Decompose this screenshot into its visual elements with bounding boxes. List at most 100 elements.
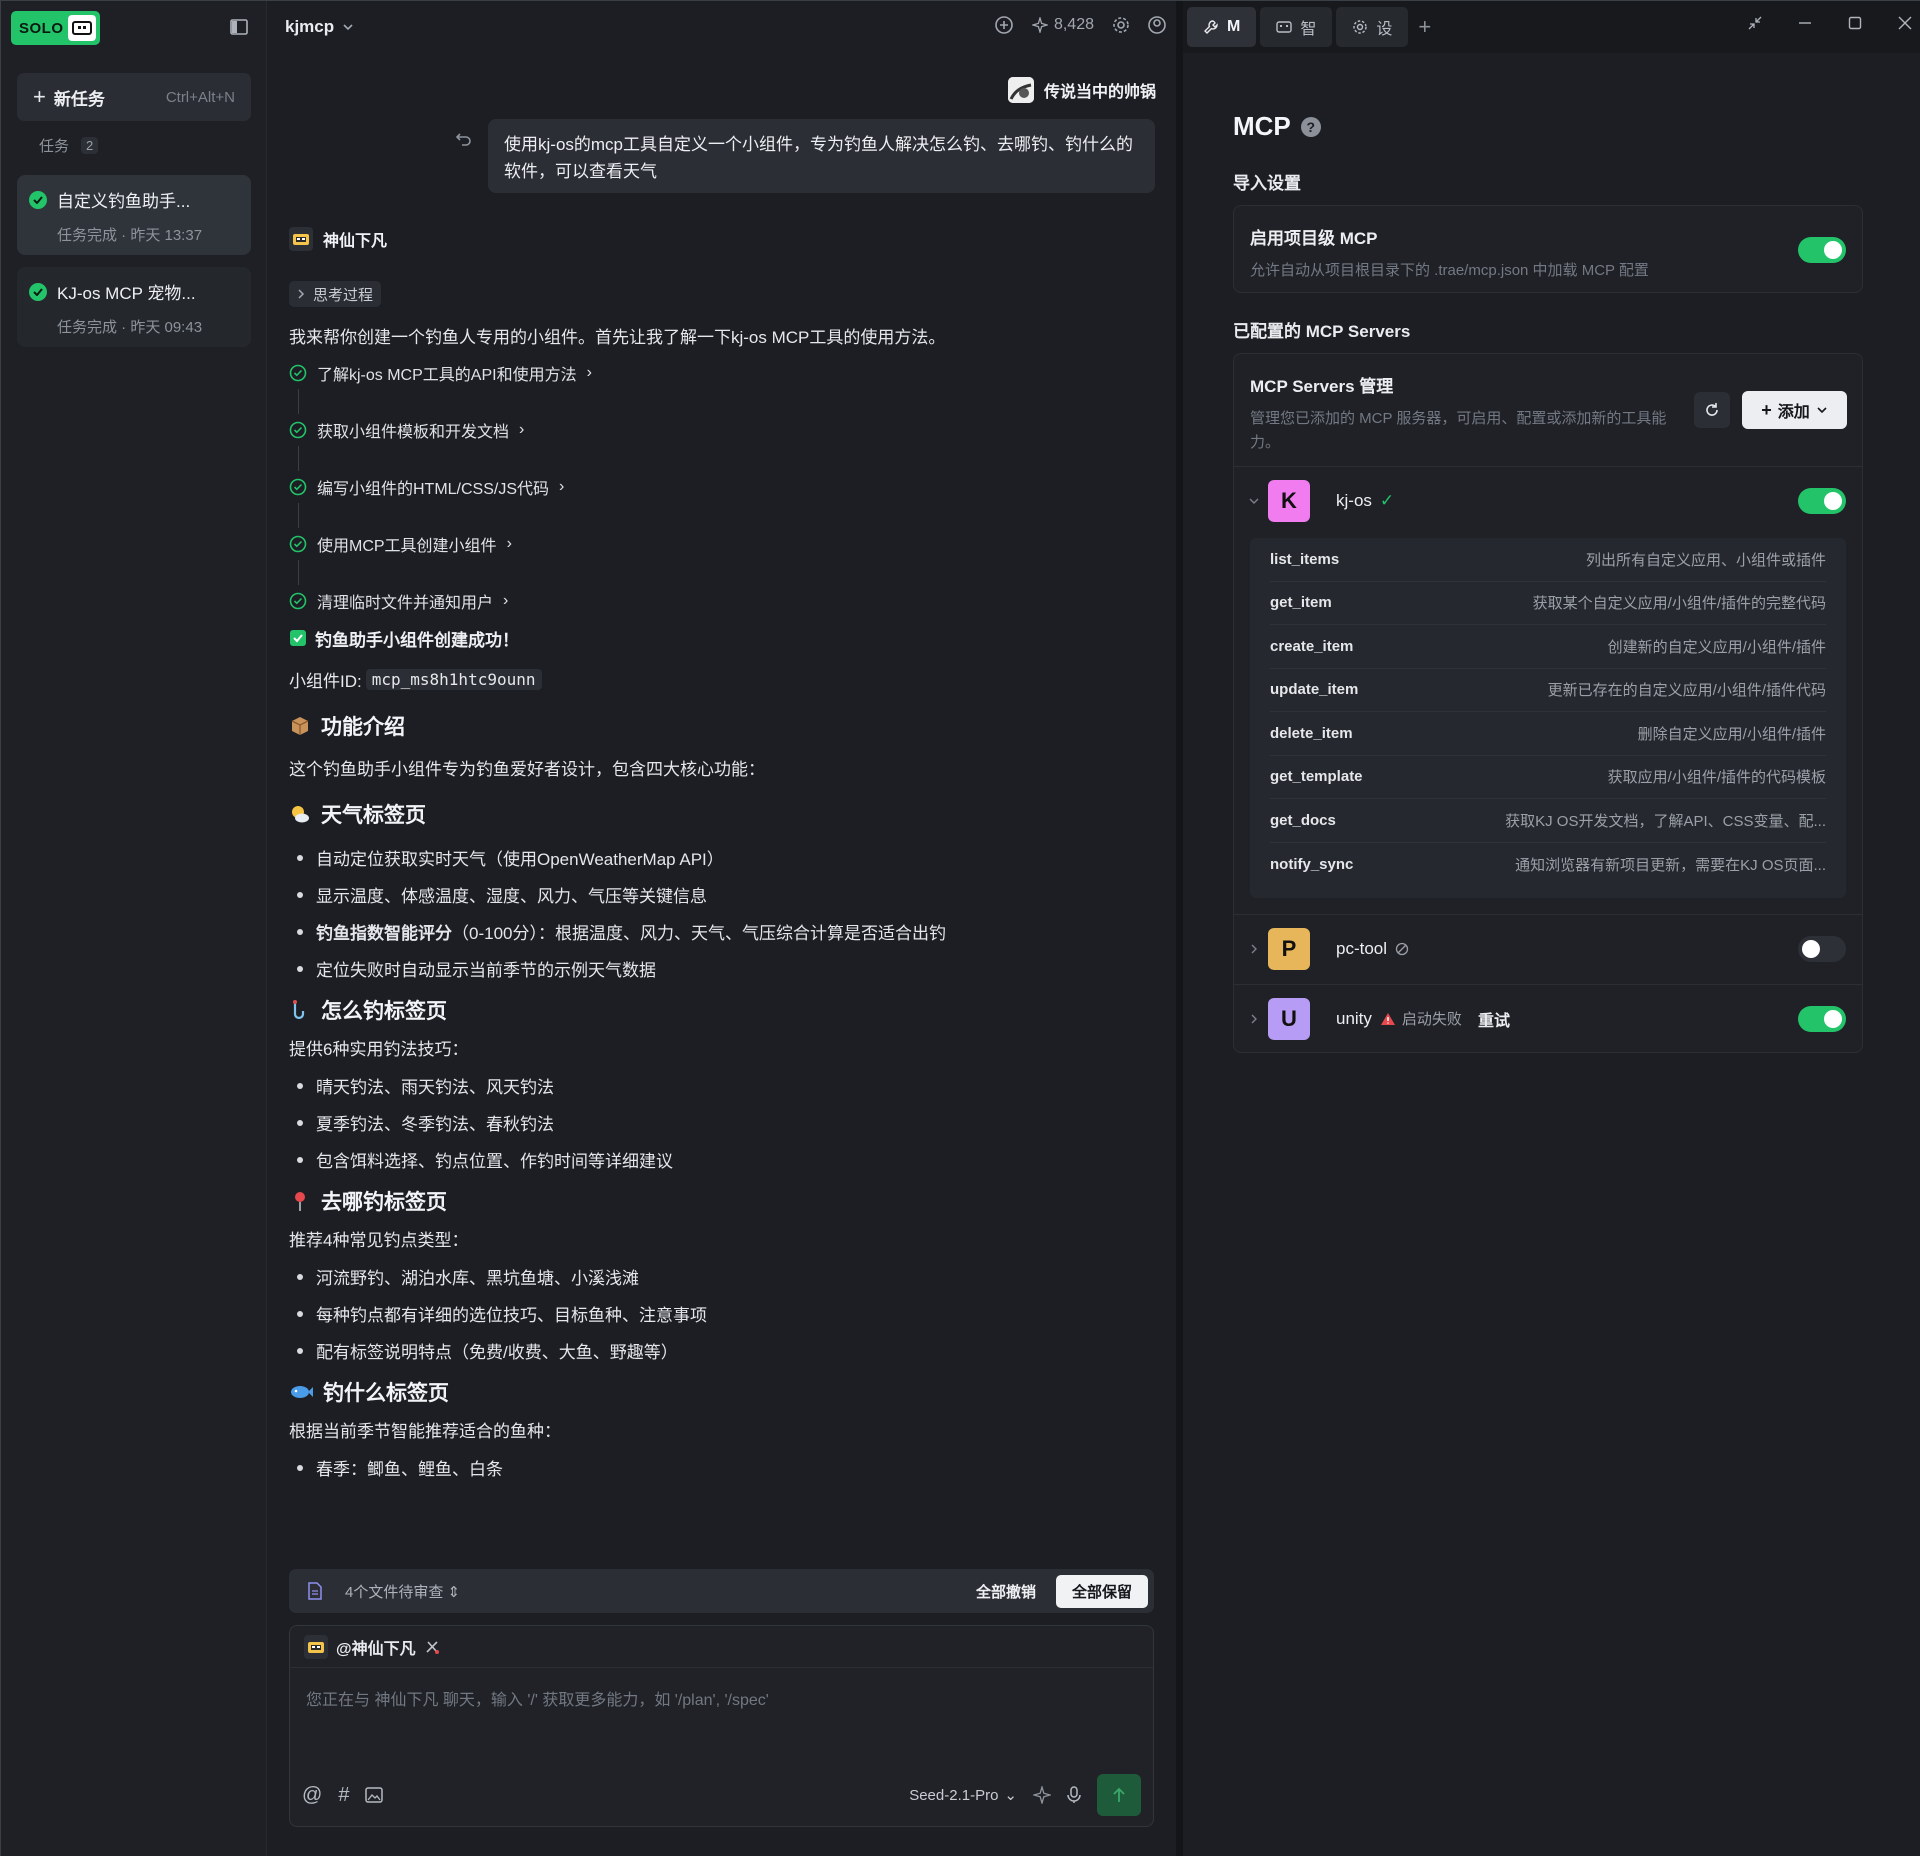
at-icon[interactable]: @ xyxy=(302,1784,322,1807)
chevron-down-icon[interactable] xyxy=(1240,497,1268,505)
hash-icon[interactable]: # xyxy=(338,1784,349,1807)
tab-mcp[interactable]: M xyxy=(1187,7,1257,47)
chevron-right-icon[interactable] xyxy=(1240,944,1268,954)
map-pin-icon xyxy=(289,1190,311,1212)
check-circle-icon xyxy=(29,282,47,301)
step-item[interactable]: 获取小组件模板和开发文档 › xyxy=(289,416,592,444)
tab-settings[interactable]: 设 xyxy=(1336,7,1409,47)
new-task-button[interactable]: + 新任务 Ctrl+Alt+N xyxy=(17,73,251,121)
retry-button[interactable]: 重试 xyxy=(1478,1007,1510,1031)
undo-icon[interactable] xyxy=(455,131,473,147)
chevron-updown-icon: ⇕ xyxy=(447,1583,461,1601)
account-icon[interactable] xyxy=(1148,16,1166,34)
list-item: 春季：鲫鱼、鲤鱼、白条 xyxy=(289,1449,1149,1486)
chat-area: kjmcp 8,428 传说当中的帅锅 使用kj-os的mcp工具自定义一个小组… xyxy=(267,1,1176,1856)
model-selector[interactable]: Seed-2.1-Pro ⌄ xyxy=(909,1786,1017,1805)
refresh-button[interactable] xyxy=(1694,392,1730,428)
task-item[interactable]: KJ-os MCP 宠物... 任务完成 · 昨天 09:43 xyxy=(17,267,251,347)
chevron-right-icon: › xyxy=(503,592,509,609)
revert-all-button[interactable]: 全部撤销 xyxy=(976,1581,1036,1602)
robot-icon xyxy=(1276,20,1293,34)
avatar xyxy=(1007,77,1034,103)
server-letter-avatar: U xyxy=(1268,997,1310,1040)
image-icon[interactable] xyxy=(365,1787,384,1803)
sun-cloud-icon xyxy=(289,803,311,825)
package-icon xyxy=(289,715,311,737)
server-toggle[interactable] xyxy=(1798,1006,1846,1032)
server-row-kj-os[interactable]: K kj-os ✓ xyxy=(1234,466,1862,534)
gear-icon[interactable] xyxy=(1112,16,1130,34)
maximize-icon[interactable] xyxy=(1847,15,1863,31)
features-heading: 功能介绍 xyxy=(289,709,1149,743)
chevron-down-icon: ⌄ xyxy=(1004,1787,1017,1804)
chevron-down-icon xyxy=(1816,406,1828,414)
step-item[interactable]: 了解kj-os MCP工具的API和使用方法 › xyxy=(289,359,592,387)
tool-list: list_items 列出所有自定义应用、小组件或插件 get_item 获取某个自… xyxy=(1250,538,1846,898)
server-toggle[interactable] xyxy=(1798,488,1846,514)
add-tab-button[interactable]: + xyxy=(1418,14,1431,40)
close-icon[interactable] xyxy=(1897,15,1913,31)
project-mcp-card: 启用项目级 MCP 允许自动从项目根目录下的 .trae/mcp.json 中加… xyxy=(1233,205,1863,293)
bot-header: 神仙下凡 xyxy=(289,227,387,251)
mcp-servers-card: MCP Servers 管理 管理您已添加的 MCP 服务器，可启用、配置或添加… xyxy=(1233,353,1863,1053)
list-item: 河流野钓、湖泊水库、黑坑鱼塘、小溪浅滩 xyxy=(289,1258,1149,1295)
bot-intro: 我来帮你创建一个钓鱼人专用的小组件。首先让我了解一下kj-os MCP工具的使用… xyxy=(289,328,946,347)
chevron-right-icon xyxy=(297,289,305,299)
tools-icon[interactable] xyxy=(424,1639,440,1655)
project-selector[interactable]: kjmcp xyxy=(285,17,354,37)
user-header: 传说当中的帅锅 xyxy=(1007,77,1156,103)
minimize-icon[interactable] xyxy=(1797,15,1813,31)
help-icon[interactable]: ? xyxy=(1300,116,1321,137)
thinking-toggle[interactable]: 思考过程 xyxy=(289,281,382,307)
tool-row: notify_sync 通知浏览器有新项目更新，需要在KJ OS页面... xyxy=(1270,855,1826,874)
status-badge: 启动失败 xyxy=(1380,1008,1462,1029)
tool-row: delete_item 删除自定义应用/小组件/插件 xyxy=(1270,712,1826,756)
list-item: 晴天钓法、雨天钓法、风天钓法 xyxy=(289,1067,1149,1104)
servers-manage-header: MCP Servers 管理 管理您已添加的 MCP 服务器，可启用、配置或添加… xyxy=(1250,377,1667,451)
credits[interactable]: 8,428 xyxy=(1031,16,1094,34)
robot-icon xyxy=(68,15,96,41)
pending-files-dropdown[interactable]: 4个文件待审查 ⇕ xyxy=(345,1581,460,1602)
check-circle-icon xyxy=(289,421,307,439)
message-input[interactable]: 您正在与 神仙下凡 聊天，输入 '/' 获取更多能力，如 '/plan', '/… xyxy=(290,1668,1153,1728)
check-circle-icon xyxy=(289,535,307,553)
import-settings-heading: 导入设置 xyxy=(1233,174,1301,193)
check-circle-icon xyxy=(29,190,47,209)
sparkle-icon[interactable] xyxy=(1033,1786,1051,1804)
server-row-pc-tool[interactable]: P pc-tool xyxy=(1234,914,1862,982)
solo-logo[interactable]: SOLO xyxy=(11,11,100,45)
plus-icon: + xyxy=(1761,399,1772,420)
file-icon xyxy=(307,1582,323,1600)
chevron-down-icon xyxy=(342,23,354,31)
robot-avatar-icon xyxy=(304,1634,328,1659)
warning-icon xyxy=(1380,1012,1396,1026)
add-server-button[interactable]: + 添加 xyxy=(1742,391,1847,429)
chevron-right-icon[interactable] xyxy=(1240,1014,1268,1024)
step-item[interactable]: 使用MCP工具创建小组件 › xyxy=(289,530,592,558)
collapse-icon[interactable] xyxy=(1747,15,1763,31)
tool-row: get_docs 获取KJ OS开发文档，了解API、CSS变量、配... xyxy=(1270,799,1826,843)
server-toggle[interactable] xyxy=(1798,936,1846,962)
widget-id: mcp_ms8h1htc9ounn xyxy=(365,668,542,690)
send-button[interactable] xyxy=(1097,1774,1141,1816)
check-icon: ✓ xyxy=(1379,490,1395,510)
what-heading: 钓什么标签页 xyxy=(289,1375,1149,1409)
mcp-panel: M 智 设 + MCP ? 导入设置 启用项目级 MCP 允许自动从项目根目录下… xyxy=(1183,1,1920,1856)
server-row-unity[interactable]: U unity 启动失败 重试 xyxy=(1234,984,1862,1052)
sidebar-toggle-icon[interactable] xyxy=(230,18,248,36)
project-mcp-toggle[interactable] xyxy=(1798,237,1846,263)
keep-all-button[interactable]: 全部保留 xyxy=(1055,1574,1148,1608)
pane-divider[interactable] xyxy=(1176,1,1183,1856)
tab-agent[interactable]: 智 xyxy=(1260,7,1333,47)
microphone-icon[interactable] xyxy=(1067,1786,1081,1804)
list-item: 显示温度、体感温度、湿度、风力、气压等关键信息 xyxy=(289,876,1149,913)
step-item[interactable]: 编写小组件的HTML/CSS/JS代码 › xyxy=(289,473,592,501)
gear-icon xyxy=(1352,19,1368,35)
weather-list: 自动定位获取实时天气（使用OpenWeatherMap API） 显示温度、体感… xyxy=(289,839,1149,987)
weather-heading: 天气标签页 xyxy=(289,797,1149,831)
task-item[interactable]: 自定义钓鱼助手... 任务完成 · 昨天 13:37 xyxy=(17,175,251,255)
step-item[interactable]: 清理临时文件并通知用户 › xyxy=(289,587,592,615)
chat-input-box: @神仙下凡 您正在与 神仙下凡 聊天，输入 '/' 获取更多能力，如 '/pla… xyxy=(289,1625,1154,1827)
plus-icon: + xyxy=(33,84,46,109)
new-chat-icon[interactable] xyxy=(994,15,1014,35)
